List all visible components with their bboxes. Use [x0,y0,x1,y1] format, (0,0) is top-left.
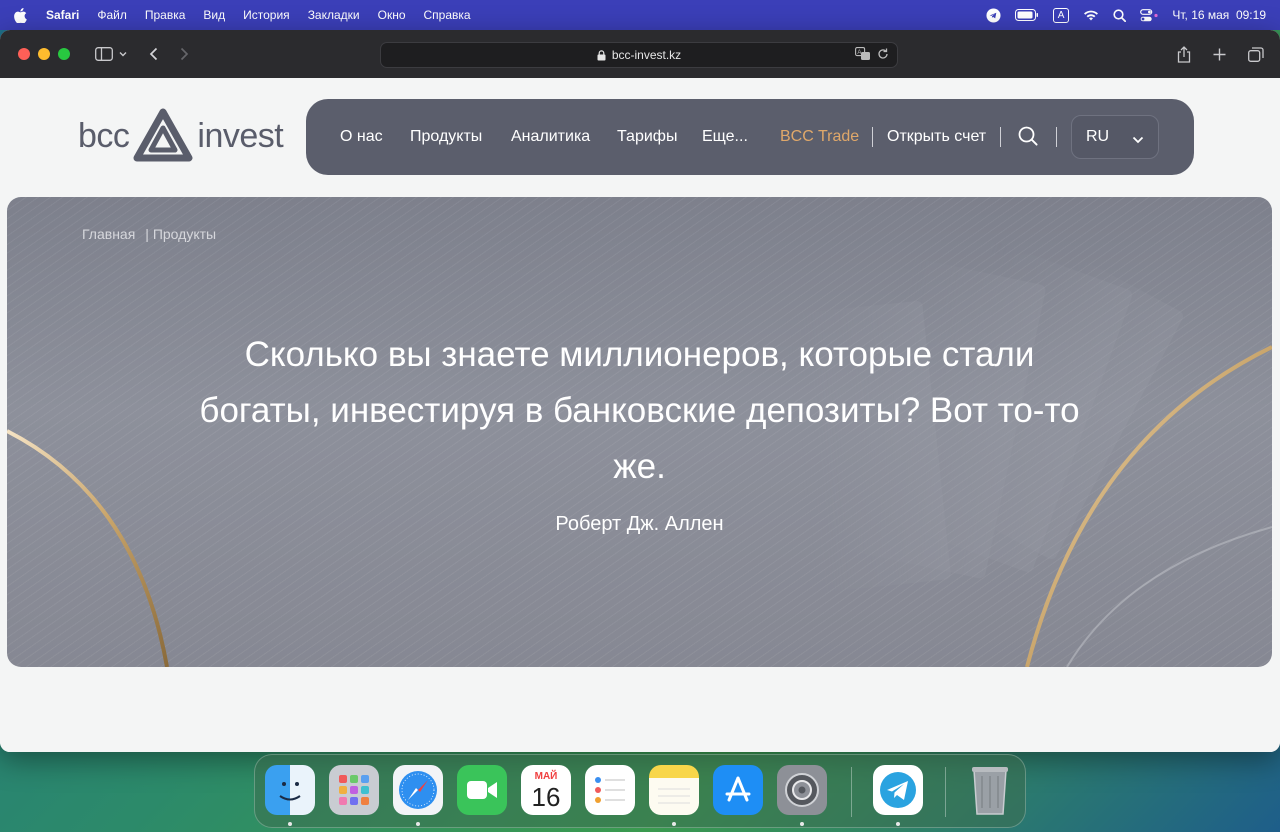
url-text: bcc-invest.kz [611,48,682,62]
close-window-button[interactable] [18,48,30,60]
translate-icon[interactable]: A [855,47,871,64]
menubar-clock[interactable]: Чт, 16 мая 09:19 [1172,8,1266,22]
launchpad-icon[interactable] [329,765,379,815]
reminders-icon[interactable] [585,765,635,815]
quote-author: Роберт Дж. Аллен [555,513,724,535]
menu-window[interactable]: Окно [378,8,406,22]
window-controls [18,48,70,60]
new-tab-icon[interactable] [1213,48,1226,61]
tab-groups-chevron-icon[interactable] [119,51,127,57]
finder-icon[interactable] [265,765,315,815]
nav-divider [1000,127,1001,147]
forward-icon[interactable] [180,47,189,61]
zoom-window-button[interactable] [58,48,70,60]
calendar-icon[interactable]: МАЙ 16 [521,765,571,815]
safari-icon[interactable] [393,765,443,815]
spotlight-search-icon[interactable] [1113,8,1127,22]
nav-products[interactable]: Продукты [410,128,482,146]
logo-triangle-icon [133,108,193,162]
nav-about[interactable]: О нас [340,128,383,146]
reload-icon[interactable] [877,47,889,64]
menu-app-safari[interactable]: Safari [46,8,79,22]
menu-history[interactable]: История [243,8,290,22]
nav-bcc-trade[interactable]: BCC Trade [780,128,859,146]
hero-quote: Сколько вы знаете миллионеров, которые с… [199,335,1080,486]
search-icon[interactable] [1018,126,1038,151]
dock: МАЙ 16 [254,754,1026,828]
nav-divider [1056,127,1057,147]
battery-icon[interactable] [1014,9,1039,21]
menu-bar: Safari Файл Правка Вид История Закладки … [0,0,1280,30]
nav-divider [872,127,873,147]
input-source-icon[interactable]: A [1052,7,1070,23]
facetime-icon[interactable] [457,765,507,815]
menu-help[interactable]: Справка [424,8,471,22]
svg-text:A: A [857,50,861,56]
nav-open-account[interactable]: Открыть счет [887,128,986,146]
notes-icon[interactable] [649,765,699,815]
app-store-icon[interactable] [713,765,763,815]
logo-text-invest: invest [197,116,284,155]
menu-edit[interactable]: Правка [145,8,186,22]
breadcrumb-home[interactable]: Главная [82,226,135,242]
language-value: RU [1086,128,1110,145]
bcc-invest-logo[interactable]: bcc invest [78,106,284,166]
menu-file[interactable]: Файл [97,8,127,22]
system-settings-icon[interactable] [777,765,827,815]
address-bar[interactable]: bcc-invest.kz A [380,42,898,68]
chevron-down-icon [1132,131,1144,149]
language-select[interactable]: RU [1071,115,1159,159]
hero-banner: Главная | Продукты Сколько вы знаете милл… [7,197,1272,667]
nav-more[interactable]: Еще... [702,128,748,146]
back-icon[interactable] [149,47,158,61]
calendar-day: 16 [531,782,561,812]
share-icon[interactable] [1177,45,1191,63]
browser-toolbar: bcc-invest.kz A [0,30,1280,78]
lock-icon [597,49,606,61]
control-center-icon[interactable] [1140,8,1158,22]
wifi-icon[interactable] [1083,9,1099,21]
minimize-window-button[interactable] [38,48,50,60]
sidebar-toggle-icon[interactable] [95,47,113,61]
breadcrumb: Главная | Продукты [82,226,216,242]
nav-tariffs[interactable]: Тарифы [617,128,677,146]
web-page: bcc invest О нас Продукты Аналитика Тари… [0,78,1280,752]
menu-bookmarks[interactable]: Закладки [308,8,360,22]
menu-view[interactable]: Вид [203,8,225,22]
tab-overview-icon[interactable] [1248,46,1264,62]
apple-icon[interactable] [14,7,28,23]
main-navigation: О нас Продукты Аналитика Тарифы Еще... B… [306,99,1194,175]
logo-text-bcc: bcc [78,116,130,155]
breadcrumb-current: | Продукты [145,226,217,242]
nav-analytics[interactable]: Аналитика [511,128,590,146]
trash-icon[interactable] [965,765,1015,815]
safari-window: bcc-invest.kz A bcc invest О нас Продукт… [0,30,1280,752]
telegram-status-icon[interactable] [986,7,1001,23]
telegram-icon[interactable] [873,765,923,815]
